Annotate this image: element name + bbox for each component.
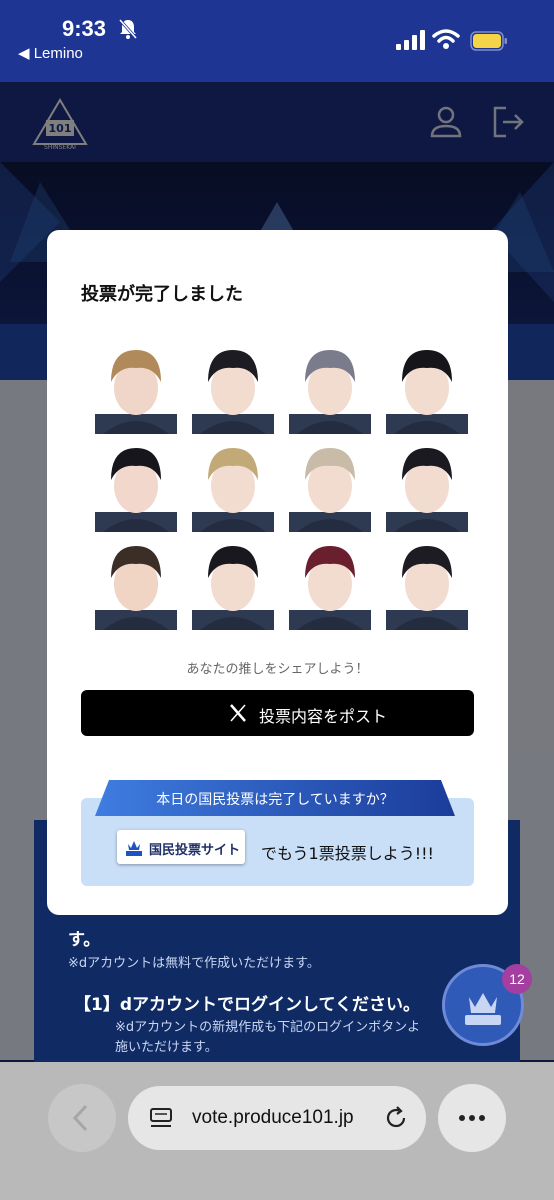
modal-title: 投票が完了しました bbox=[81, 284, 243, 305]
trainee-photo bbox=[386, 448, 468, 532]
vote-complete-modal: 投票が完了しました あなたの推しをシェアしよう！ 投票内容をポスト 本日の国民投… bbox=[47, 230, 508, 915]
trainee-photo bbox=[95, 546, 177, 630]
trainee-photo bbox=[95, 350, 177, 434]
national-vote-question: 本日の国民投票は完了していますか？ bbox=[156, 792, 394, 808]
back-to-app-link[interactable]: ◀ Lemino bbox=[18, 44, 83, 62]
bell-muted-icon bbox=[118, 19, 138, 39]
status-time: 9:33 bbox=[62, 16, 107, 41]
url-text: vote.produce101.jp bbox=[192, 1107, 354, 1128]
trainee-photo bbox=[289, 350, 371, 434]
ellipsis-icon bbox=[459, 1115, 485, 1121]
trainee-photo-grid bbox=[81, 340, 474, 636]
trainee-photo bbox=[289, 546, 371, 630]
guide-text: す。 bbox=[68, 930, 101, 950]
status-bar: 9:33 ◀ Lemino bbox=[0, 0, 554, 82]
trainee-photo bbox=[386, 546, 468, 630]
guide-note: ※dアカウントは無料で作成いただけます。 bbox=[68, 956, 320, 971]
x-logo-icon bbox=[230, 704, 246, 722]
page-menu-icon[interactable] bbox=[150, 1108, 172, 1128]
trainee-photo bbox=[192, 448, 274, 532]
vote-count-badge: 12 bbox=[502, 964, 532, 994]
guide-step-1: 【1】dアカウントでログインしてください。 bbox=[74, 995, 420, 1015]
vote-again-text: でもう1票投票しよう!!! bbox=[261, 844, 434, 863]
ballot-box-icon bbox=[126, 841, 142, 856]
trainee-photo bbox=[192, 350, 274, 434]
trainee-photo bbox=[192, 546, 274, 630]
guide-step-1-note-cont: 施いただけます。 bbox=[115, 1040, 218, 1055]
share-prompt: あなたの推しをシェアしよう！ bbox=[186, 662, 369, 677]
browser-more-button[interactable] bbox=[438, 1084, 506, 1152]
wifi-icon bbox=[432, 29, 460, 49]
cellular-signal-icon bbox=[396, 30, 425, 50]
trainee-photo bbox=[95, 448, 177, 532]
browser-back-button[interactable] bbox=[48, 1084, 116, 1152]
post-to-x-button[interactable]: 投票内容をポスト bbox=[81, 690, 474, 736]
address-bar[interactable]: vote.produce101.jp bbox=[128, 1086, 426, 1150]
national-vote-site-button[interactable]: 国民投票サイト bbox=[117, 830, 245, 864]
reload-icon[interactable] bbox=[384, 1106, 408, 1130]
trainee-photo bbox=[386, 350, 468, 434]
chevron-left-icon bbox=[72, 1104, 88, 1132]
trainee-photo bbox=[289, 448, 371, 532]
battery-icon bbox=[470, 31, 507, 51]
post-button-label: 投票内容をポスト bbox=[259, 707, 388, 726]
national-vote-site-label: 国民投票サイト bbox=[149, 843, 241, 858]
